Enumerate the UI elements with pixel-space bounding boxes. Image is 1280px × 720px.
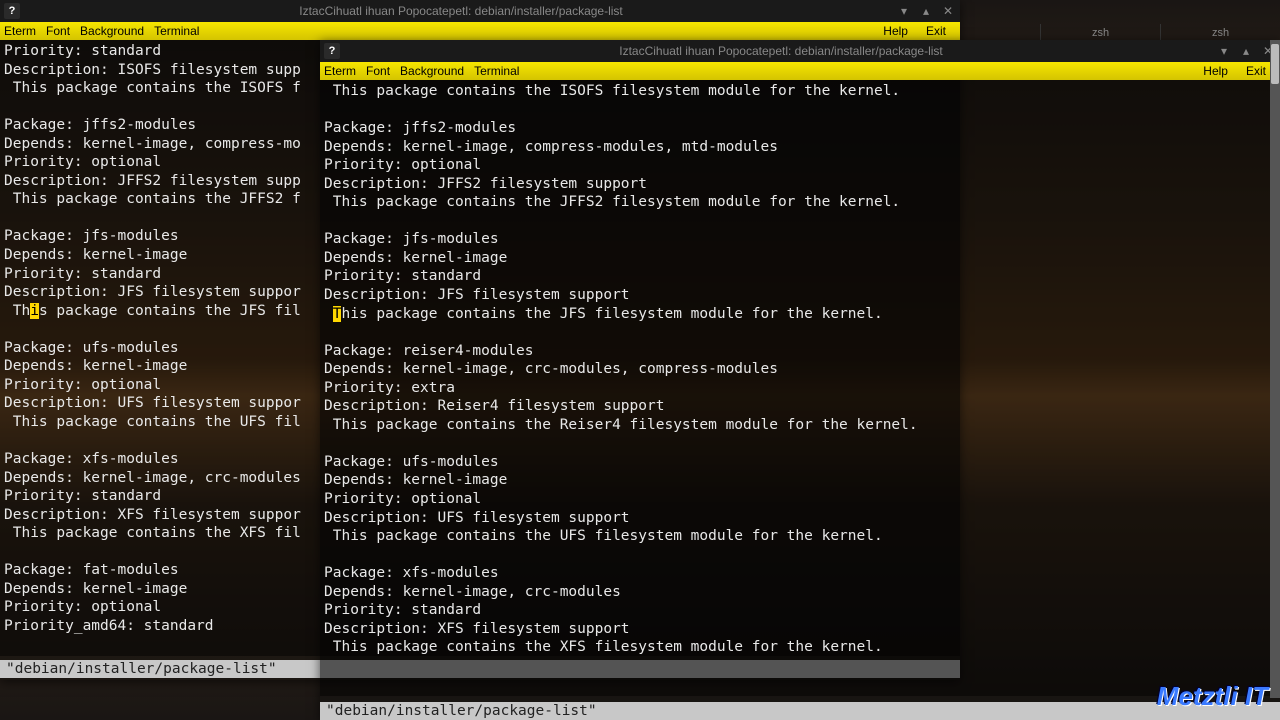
menu-background[interactable]: Background bbox=[80, 24, 144, 38]
scrollbar-thumb[interactable] bbox=[1271, 44, 1279, 84]
maximize-icon[interactable]: ▴ bbox=[918, 3, 934, 19]
window-title: IztacCihuatl ihuan Popocatepetl: debian/… bbox=[346, 44, 1216, 58]
menu-font[interactable]: Font bbox=[46, 24, 70, 38]
menu-exit[interactable]: Exit bbox=[1246, 64, 1266, 78]
watermark-logo: Metztli IT bbox=[1157, 681, 1268, 712]
scrollbar[interactable] bbox=[1270, 40, 1280, 698]
titlebar-back[interactable]: ? IztacCihuatl ihuan Popocatepetl: debia… bbox=[0, 0, 960, 22]
vim-status-front: "debian/installer/package-list" bbox=[320, 702, 1280, 720]
menu-eterm[interactable]: Eterm bbox=[4, 24, 36, 38]
window-title: IztacCihuatl ihuan Popocatepetl: debian/… bbox=[26, 4, 896, 18]
terminal-content-front[interactable]: This package contains the ISOFS filesyst… bbox=[320, 80, 1280, 696]
eterm-window-front: ? IztacCihuatl ihuan Popocatepetl: debia… bbox=[320, 40, 1280, 720]
menu-font[interactable]: Font bbox=[366, 64, 390, 78]
menubar-front: Eterm Font Background Terminal Help Exit bbox=[320, 62, 1280, 80]
menu-exit[interactable]: Exit bbox=[926, 24, 946, 38]
close-icon[interactable]: ✕ bbox=[940, 3, 956, 19]
menu-help[interactable]: Help bbox=[1203, 64, 1228, 78]
menu-help[interactable]: Help bbox=[883, 24, 908, 38]
menu-background[interactable]: Background bbox=[400, 64, 464, 78]
titlebar-front[interactable]: ? IztacCihuatl ihuan Popocatepetl: debia… bbox=[320, 40, 1280, 62]
minimize-icon[interactable]: ▾ bbox=[1216, 43, 1232, 59]
app-icon: ? bbox=[4, 3, 20, 19]
maximize-icon[interactable]: ▴ bbox=[1238, 43, 1254, 59]
menubar-back: Eterm Font Background Terminal Help Exit bbox=[0, 22, 960, 40]
minimize-icon[interactable]: ▾ bbox=[896, 3, 912, 19]
menu-terminal[interactable]: Terminal bbox=[474, 64, 519, 78]
menu-terminal[interactable]: Terminal bbox=[154, 24, 199, 38]
menu-eterm[interactable]: Eterm bbox=[324, 64, 356, 78]
app-icon: ? bbox=[324, 43, 340, 59]
